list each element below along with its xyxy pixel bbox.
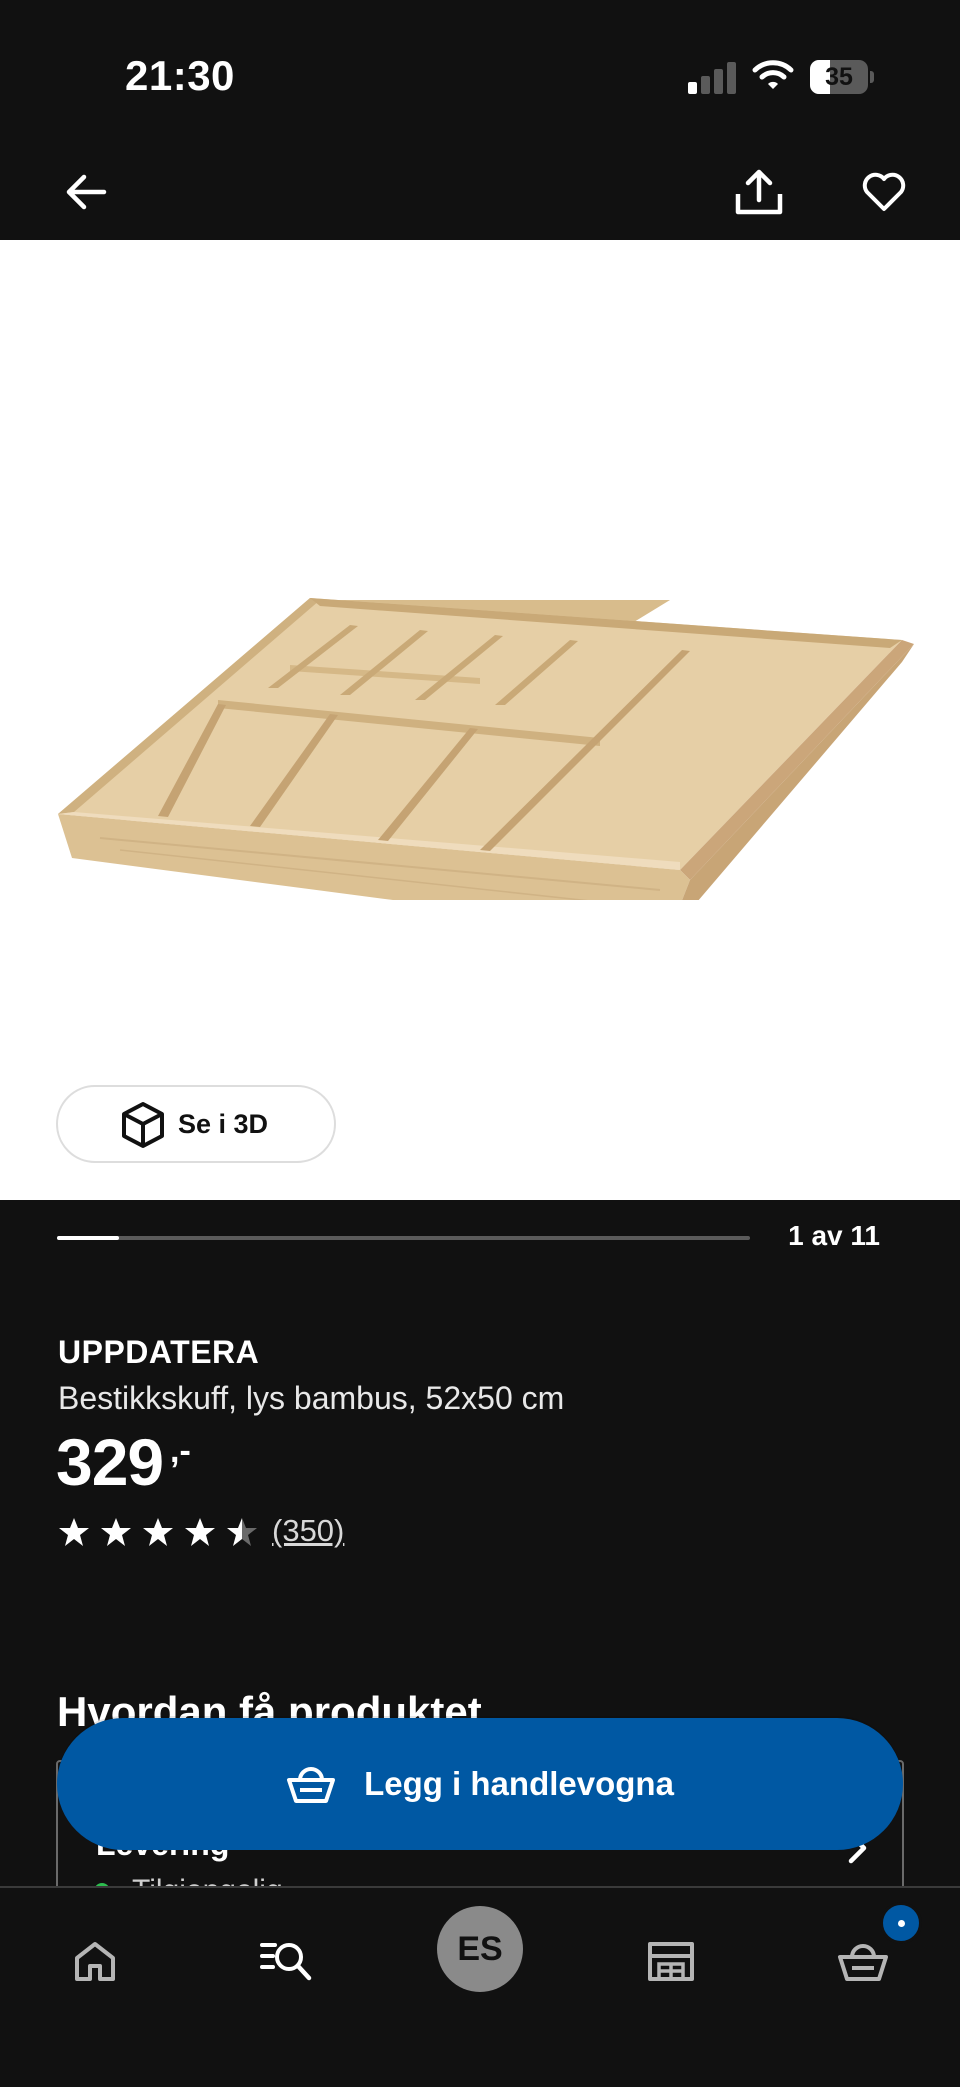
basket-icon (838, 1944, 888, 1981)
star-icon (143, 1518, 173, 1546)
share-icon (735, 169, 783, 215)
back-button[interactable] (54, 160, 118, 224)
view-in-3d-button[interactable]: Se i 3D (56, 1085, 336, 1163)
profile-avatar[interactable]: ES (437, 1906, 523, 1992)
status-bar: 21:30 35 (0, 0, 960, 140)
product-image (58, 598, 914, 900)
tab-search[interactable] (241, 1916, 331, 2006)
product-page: 21:30 35 Se i 3D 1 av 11 UPPDATERA Besti… (0, 0, 960, 2087)
cart-badge (880, 1902, 922, 1944)
view-in-3d-label: Se i 3D (178, 1108, 269, 1139)
share-button[interactable] (727, 160, 791, 224)
star-icon (227, 1518, 257, 1546)
cube-icon (122, 1102, 164, 1148)
add-to-cart-button[interactable]: Legg i handlevogna (57, 1718, 903, 1850)
gallery-progress-fill (57, 1236, 120, 1240)
tab-stores[interactable] (626, 1916, 716, 2006)
battery-level: 35 (825, 63, 853, 91)
search-list-icon (260, 1943, 312, 1981)
cellular-signal-icon (688, 62, 736, 94)
status-time: 21:30 (125, 52, 235, 99)
product-description: Bestikkskuff, lys bambus, 52x50 cm (58, 1380, 565, 1416)
add-to-cart-label: Legg i handlevogna (364, 1765, 674, 1802)
arrow-left-icon (66, 174, 107, 210)
review-count-link[interactable]: (350) (272, 1513, 344, 1549)
gallery-progress-bar (57, 1236, 750, 1240)
top-navigation (0, 140, 960, 240)
wifi-icon (752, 58, 794, 92)
favorite-button[interactable] (852, 160, 916, 224)
gallery-counter: 1 av 11 (788, 1220, 880, 1251)
bottom-tab-bar: ES (0, 1886, 960, 2087)
tab-home[interactable] (50, 1916, 140, 2006)
star-icon (185, 1518, 215, 1546)
rating-stars (58, 1516, 258, 1548)
product-image-gallery[interactable]: Se i 3D (0, 240, 960, 1200)
price-suffix: ,- (170, 1432, 191, 1470)
star-icon (59, 1518, 89, 1546)
basket-icon (287, 1767, 336, 1803)
battery-icon: 35 (810, 60, 874, 94)
home-icon (75, 1942, 115, 1981)
star-icon (101, 1518, 131, 1546)
product-name: UPPDATERA (58, 1334, 260, 1370)
heart-icon (862, 172, 906, 211)
product-price: 329 (56, 1425, 164, 1499)
store-icon (648, 1942, 694, 1981)
